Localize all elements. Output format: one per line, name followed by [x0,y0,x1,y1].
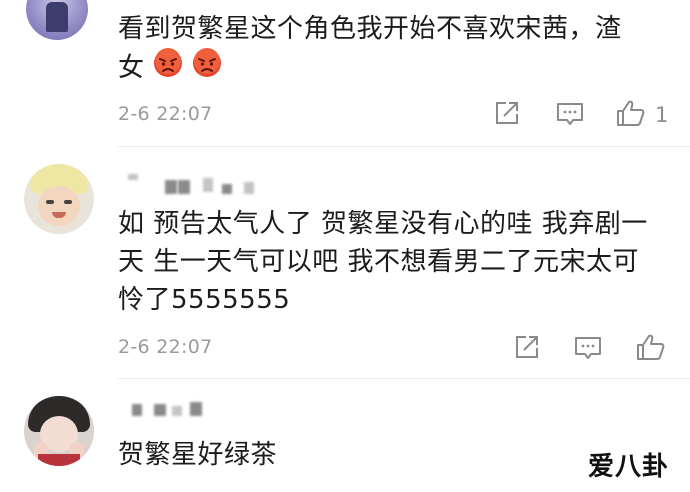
share-button[interactable] [494,100,520,126]
comment-text: 贺繁星好绿茶 [118,440,278,470]
avatar[interactable] [24,396,94,466]
share-icon [496,102,518,124]
share-button[interactable] [514,334,540,360]
like-button[interactable] [616,99,646,127]
comment-icon [557,103,583,125]
comment-icon [575,337,601,359]
angry-face-icon [153,48,183,89]
like-button[interactable] [636,333,666,361]
avatar[interactable] [24,164,94,234]
share-icon [516,336,538,358]
thumbs-up-icon [617,100,645,126]
comment-text: 如 预告太气人了 贺繁星没有心的哇 我弃剧一 天 生一天气可以吧 我不想看男二了… [118,209,648,315]
watermark-logo: 爱八卦 [588,452,670,482]
like-count: 1 [655,103,669,127]
angry-face-icon [192,48,222,89]
avatar[interactable] [26,0,88,40]
comment-button[interactable] [574,335,602,361]
comment-button[interactable] [556,101,584,127]
divider [118,378,690,379]
thumbs-up-icon [637,334,665,360]
divider [118,146,690,147]
comment-timestamp: 2-6 22:07 [118,336,213,358]
comment-timestamp: 2-6 22:07 [118,103,213,125]
comment-text: 看到贺繁星这个角色我开始不喜欢宋茜，渣 女 [118,10,678,89]
